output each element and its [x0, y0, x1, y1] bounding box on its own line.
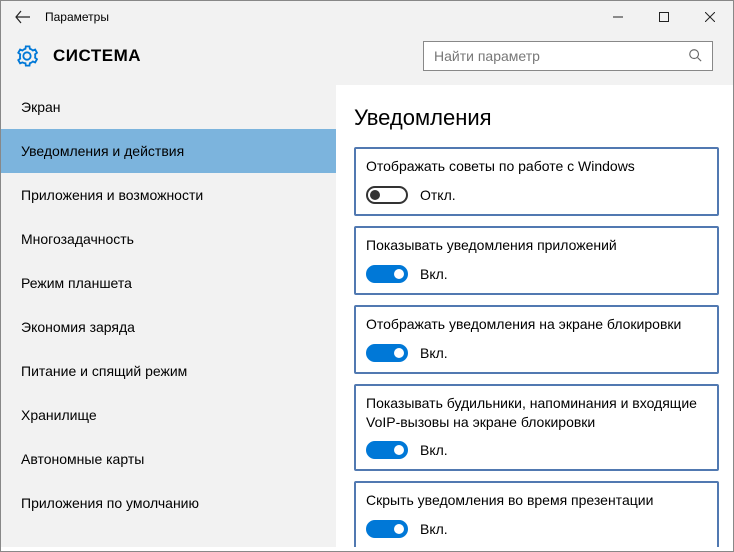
search-input[interactable] [434, 48, 688, 64]
setting-lockscreen-notifications: Отображать уведомления на экране блокиро… [354, 305, 719, 374]
toggle-row: Вкл. [366, 344, 707, 362]
back-button[interactable] [9, 1, 37, 33]
page-title: СИСТЕМА [53, 46, 423, 66]
sidebar-item-label: Многозадачность [21, 231, 134, 247]
setting-label: Показывать уведомления приложений [366, 236, 707, 255]
window-title: Параметры [45, 10, 595, 24]
sidebar-item-apps[interactable]: Приложения и возможности [1, 173, 336, 217]
maximize-button[interactable] [641, 1, 687, 33]
sidebar-item-label: Режим планшета [21, 275, 132, 291]
search-icon [688, 48, 704, 64]
toggle-state-text: Вкл. [420, 266, 448, 282]
toggle-state-text: Откл. [420, 187, 456, 203]
sidebar-item-label: Автономные карты [21, 451, 144, 467]
toggle-state-text: Вкл. [420, 521, 448, 537]
toggle-switch[interactable] [366, 441, 408, 459]
sidebar-item-multitasking[interactable]: Многозадачность [1, 217, 336, 261]
search-box[interactable] [423, 41, 713, 71]
sidebar-item-power[interactable]: Питание и спящий режим [1, 349, 336, 393]
sidebar-item-label: Приложения и возможности [21, 187, 203, 203]
sidebar-item-label: Приложения по умолчанию [21, 495, 199, 511]
sidebar: Экран Уведомления и действия Приложения … [1, 85, 336, 547]
setting-label: Отображать советы по работе с Windows [366, 157, 707, 176]
body: Экран Уведомления и действия Приложения … [1, 85, 733, 547]
sidebar-item-maps[interactable]: Автономные карты [1, 437, 336, 481]
setting-label: Показывать будильники, напоминания и вхо… [366, 394, 707, 432]
toggle-switch[interactable] [366, 265, 408, 283]
toggle-row: Откл. [366, 186, 707, 204]
sidebar-item-label: Экран [21, 99, 61, 115]
toggle-state-text: Вкл. [420, 345, 448, 361]
content: Уведомления Отображать советы по работе … [336, 85, 733, 547]
toggle-switch[interactable] [366, 186, 408, 204]
sidebar-item-screen[interactable]: Экран [1, 85, 336, 129]
setting-tips: Отображать советы по работе с Windows От… [354, 147, 719, 216]
sidebar-item-label: Уведомления и действия [21, 143, 184, 159]
titlebar: Параметры [1, 1, 733, 33]
toggle-row: Вкл. [366, 520, 707, 538]
sidebar-item-battery[interactable]: Экономия заряда [1, 305, 336, 349]
content-heading: Уведомления [354, 105, 719, 131]
sidebar-item-notifications[interactable]: Уведомления и действия [1, 129, 336, 173]
minimize-button[interactable] [595, 1, 641, 33]
header: СИСТЕМА [1, 33, 733, 85]
sidebar-item-storage[interactable]: Хранилище [1, 393, 336, 437]
sidebar-item-label: Экономия заряда [21, 319, 135, 335]
sidebar-item-label: Хранилище [21, 407, 97, 423]
sidebar-item-default-apps[interactable]: Приложения по умолчанию [1, 481, 336, 525]
gear-icon [15, 44, 39, 68]
sidebar-item-label: Питание и спящий режим [21, 363, 187, 379]
setting-label: Скрыть уведомления во время презентации [366, 491, 707, 510]
setting-presentation: Скрыть уведомления во время презентации … [354, 481, 719, 547]
toggle-state-text: Вкл. [420, 442, 448, 458]
close-button[interactable] [687, 1, 733, 33]
toggle-row: Вкл. [366, 265, 707, 283]
sidebar-item-tablet[interactable]: Режим планшета [1, 261, 336, 305]
toggle-switch[interactable] [366, 520, 408, 538]
toggle-row: Вкл. [366, 441, 707, 459]
setting-alarms-voip: Показывать будильники, напоминания и вхо… [354, 384, 719, 472]
setting-label: Отображать уведомления на экране блокиро… [366, 315, 707, 334]
toggle-switch[interactable] [366, 344, 408, 362]
window-controls [595, 1, 733, 33]
setting-app-notifications: Показывать уведомления приложений Вкл. [354, 226, 719, 295]
